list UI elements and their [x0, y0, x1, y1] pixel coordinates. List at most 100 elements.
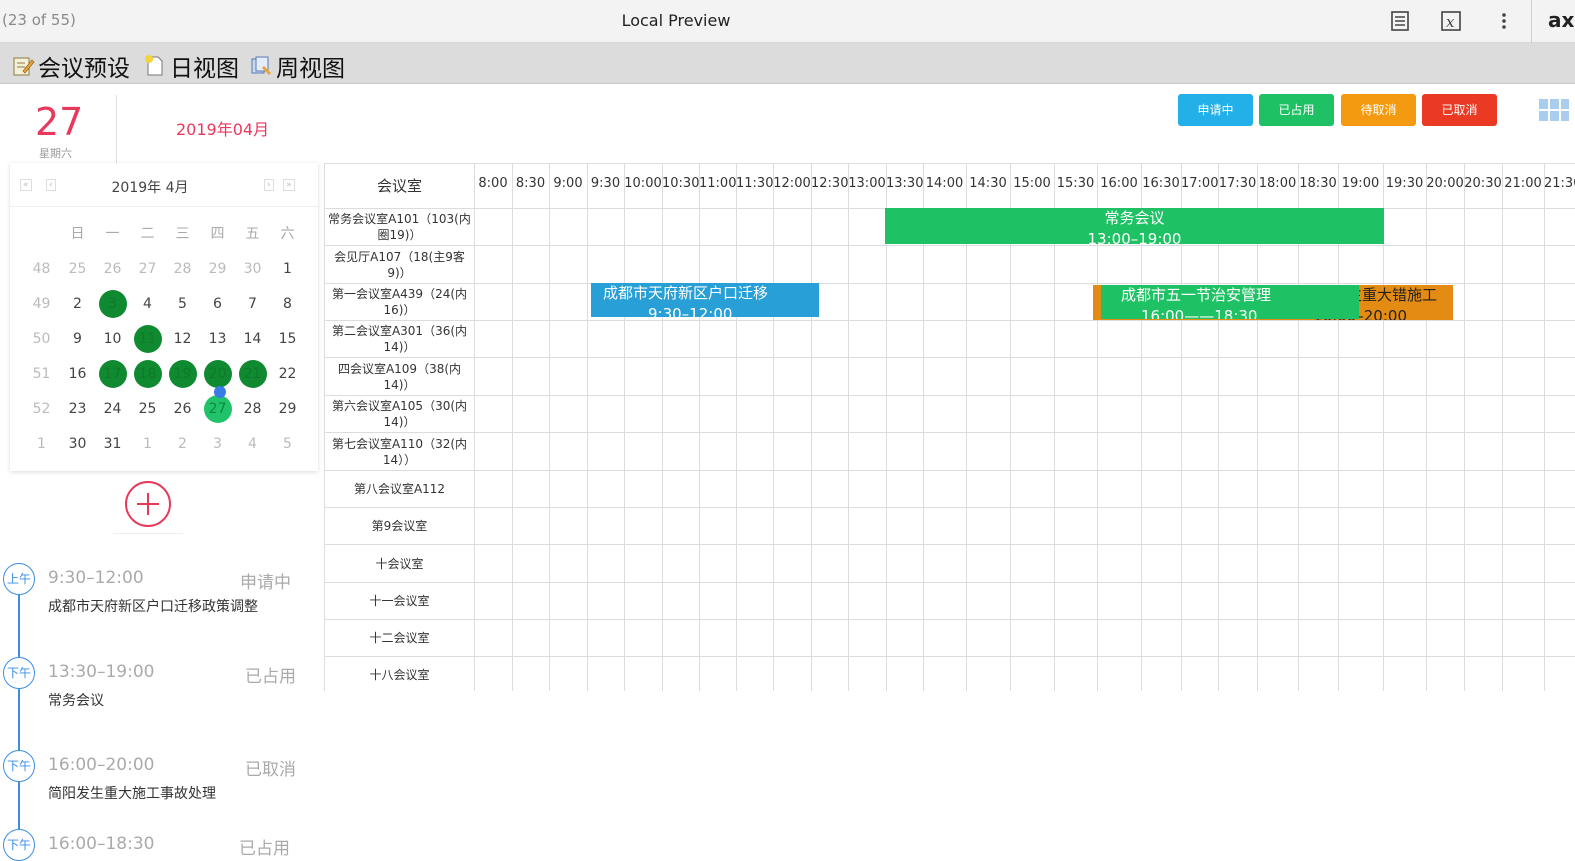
- room-name[interactable]: 会见厅A107（18(主9客9)）: [325, 246, 474, 283]
- meeting-time: 9:30–12:00: [648, 305, 733, 317]
- calendar-day[interactable]: 29: [200, 252, 235, 287]
- add-divider: [113, 533, 183, 534]
- agenda-title[interactable]: 简阳发生重大施工事故处理: [48, 783, 216, 803]
- agenda-status: 已占用: [239, 839, 290, 859]
- time-slot-header: 19:00: [1341, 176, 1380, 191]
- edit-note-icon: [13, 57, 35, 76]
- room-name[interactable]: 第七会议室A110（32(内14））: [325, 433, 474, 470]
- room-name[interactable]: 常务会议室A101（103(内圈19)）: [325, 209, 474, 245]
- calendar-day-booked[interactable]: 3: [95, 287, 130, 322]
- agenda-time: 9:30–12:00: [48, 568, 144, 588]
- room-name[interactable]: 十会议室: [325, 545, 474, 582]
- agenda-status: 申请中: [240, 573, 291, 593]
- calendar-day[interactable]: 24: [95, 392, 130, 427]
- legend-status-3[interactable]: 已取消: [1422, 94, 1497, 126]
- calendar-day[interactable]: 14: [235, 322, 270, 357]
- calendar-day[interactable]: 12: [165, 322, 200, 357]
- time-slot-header: 18:30: [1299, 176, 1337, 191]
- calendar-day-booked[interactable]: 18: [130, 357, 165, 392]
- current-day-number: 27: [35, 100, 84, 144]
- calendar-day[interactable]: 27: [130, 252, 165, 287]
- week-number: 1: [37, 436, 46, 452]
- room-name[interactable]: 第9会议室: [325, 508, 474, 544]
- legend-status-1[interactable]: 已占用: [1259, 94, 1334, 126]
- calendar-day-booked[interactable]: 11: [130, 322, 165, 357]
- calendar-day[interactable]: 31: [95, 427, 130, 462]
- calendar-day[interactable]: 6: [200, 287, 235, 322]
- calendar-day[interactable]: 29: [270, 392, 305, 427]
- calendar-day[interactable]: 26: [165, 392, 200, 427]
- legend-status-0[interactable]: 申请中: [1178, 94, 1253, 126]
- calendar-day[interactable]: 28: [165, 252, 200, 287]
- grid-view-icon[interactable]: [1539, 99, 1570, 123]
- calendar-day[interactable]: 8: [270, 287, 305, 322]
- calendar-day[interactable]: 4: [235, 427, 270, 462]
- add-meeting-button[interactable]: [125, 481, 171, 527]
- calendar-day[interactable]: 2: [165, 427, 200, 462]
- calendar-day[interactable]: 25: [130, 392, 165, 427]
- room-name[interactable]: 十二会议室: [325, 620, 474, 656]
- grid-col-line: [736, 164, 737, 691]
- meeting-block[interactable]: 常务会议 13:00–19:00: [885, 208, 1384, 244]
- calendar-day[interactable]: 10: [95, 322, 130, 357]
- window-title: Local Preview: [621, 11, 731, 30]
- calendar-day[interactable]: 1: [270, 252, 305, 287]
- calendar-day[interactable]: 28: [235, 392, 270, 427]
- calendar-day[interactable]: 3: [200, 427, 235, 462]
- calendar-day[interactable]: 5: [165, 287, 200, 322]
- meeting-preset-button[interactable]: 会议预设: [11, 53, 130, 82]
- reader-view-icon[interactable]: [1388, 9, 1412, 33]
- week-view-button[interactable]: 周视图: [249, 53, 345, 82]
- stacked-pages-icon: [251, 56, 272, 76]
- room-name[interactable]: 十八会议室: [325, 657, 474, 691]
- time-slot-header: 13:00: [848, 176, 886, 191]
- day-view-button[interactable]: 日视图: [143, 53, 239, 82]
- grid-col-line: [1464, 164, 1465, 691]
- weekday-header: 六: [280, 226, 295, 242]
- weekday-header: 五: [245, 226, 260, 242]
- calendar-day-booked[interactable]: 19: [165, 357, 200, 392]
- calendar-day[interactable]: 26: [95, 252, 130, 287]
- next-year-icon[interactable]: »: [283, 179, 295, 191]
- timeline-line: [18, 782, 20, 829]
- calendar-day[interactable]: 7: [235, 287, 270, 322]
- meeting-block[interactable]: 成都市五一节治安管理 16:00——18:30: [1101, 285, 1359, 319]
- next-month-icon[interactable]: ›: [264, 179, 274, 191]
- calendar-day-booked[interactable]: 17: [95, 357, 130, 392]
- time-slot-header: 8:00: [478, 176, 508, 191]
- calendar-day[interactable]: 30: [60, 427, 95, 462]
- week-number: 48: [32, 261, 51, 277]
- room-name[interactable]: 十一会议室: [325, 583, 474, 619]
- formula-icon[interactable]: x: [1439, 9, 1463, 33]
- calendar-day[interactable]: 4: [130, 287, 165, 322]
- calendar-day[interactable]: 23: [60, 392, 95, 427]
- calendar-day[interactable]: 5: [270, 427, 305, 462]
- calendar-day[interactable]: 15: [270, 322, 305, 357]
- room-name[interactable]: 第八会议室A112: [325, 471, 474, 507]
- room-name[interactable]: 第六会议室A105（30(内14)）: [325, 396, 474, 432]
- room-name[interactable]: 第二会议室A301（36(内14)）: [325, 321, 474, 357]
- meeting-block[interactable]: 成都市天府新区户口迁移 9:30–12:00: [591, 283, 819, 317]
- calendar-day[interactable]: 25: [60, 252, 95, 287]
- calendar-day[interactable]: 22: [270, 357, 305, 392]
- time-slot-header: 11:30: [736, 176, 774, 191]
- legend-status-2[interactable]: 待取消: [1341, 94, 1416, 126]
- time-slot-header: 17:00: [1181, 176, 1219, 191]
- time-slot-header: 16:30: [1142, 176, 1180, 191]
- calendar-day[interactable]: 9: [60, 322, 95, 357]
- agenda-title[interactable]: 常务会议: [48, 690, 104, 710]
- calendar-day[interactable]: 1: [130, 427, 165, 462]
- room-name[interactable]: 第一会议室A439（24(内16)）: [325, 284, 474, 320]
- calendar-day[interactable]: 16: [60, 357, 95, 392]
- time-slot-header: 21:30: [1544, 176, 1575, 191]
- more-options-icon[interactable]: [1492, 9, 1516, 33]
- calendar-day-booked[interactable]: 21: [235, 357, 270, 392]
- agenda-time: 16:00–20:00: [48, 755, 155, 775]
- time-slot-header: 16:00: [1100, 176, 1138, 191]
- agenda-title[interactable]: 成都市天府新区户口迁移政策调整: [48, 596, 258, 616]
- calendar-day[interactable]: 30: [235, 252, 270, 287]
- room-name[interactable]: 四会议室A109（38(内14)）: [325, 358, 474, 395]
- today-marker: [214, 386, 226, 398]
- calendar-day[interactable]: 2: [60, 287, 95, 322]
- calendar-day[interactable]: 13: [200, 322, 235, 357]
